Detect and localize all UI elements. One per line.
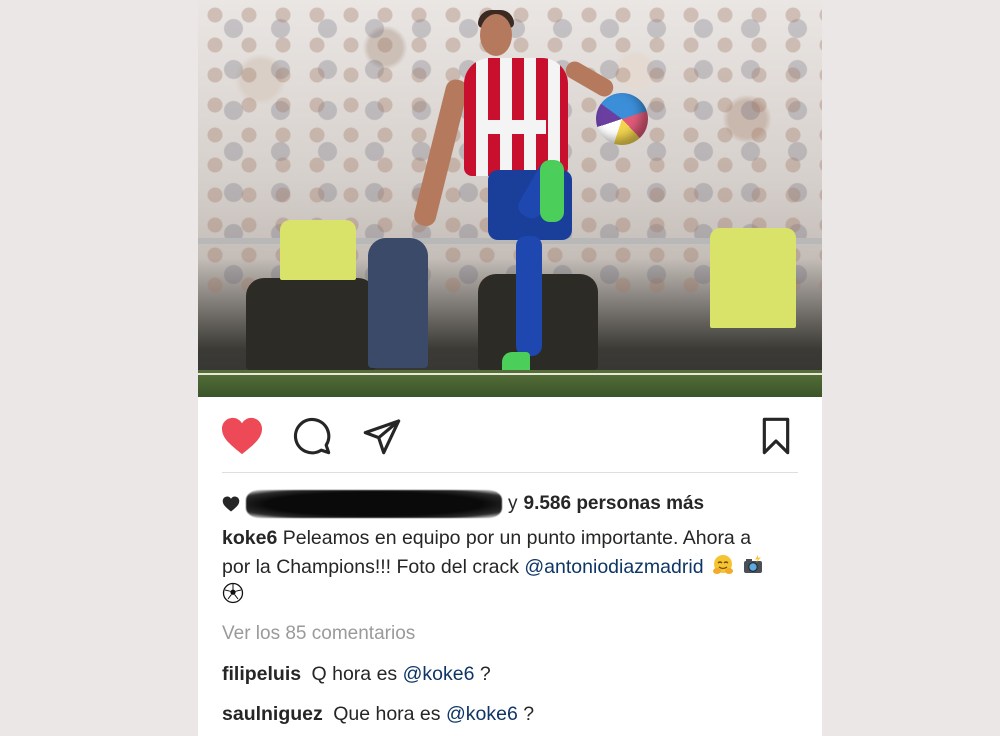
- comment-icon: [293, 417, 331, 455]
- comment-mention[interactable]: @koke6: [403, 663, 475, 685]
- soccer-ball: [596, 93, 648, 145]
- steward-vest: [280, 220, 356, 280]
- share-button[interactable]: [360, 416, 404, 456]
- caption-mention[interactable]: @antoniodiazmadrid: [524, 556, 703, 578]
- likes-connector: y: [508, 493, 518, 514]
- comment-suffix: ?: [479, 663, 491, 685]
- instagram-post-card: y 9.586 personas más koke6 Peleamos en e…: [198, 0, 822, 736]
- comment-row: saulniguez Que hora es @koke6 ?: [222, 703, 534, 726]
- small-heart-icon: [222, 496, 240, 512]
- save-button[interactable]: [754, 416, 798, 456]
- comment-username[interactable]: filipeluis: [222, 663, 301, 685]
- comment-text: Q hora es: [311, 663, 398, 685]
- comment-username[interactable]: saulniguez: [222, 703, 323, 725]
- steward-vest: [710, 228, 796, 328]
- photographer-figure: [368, 238, 428, 368]
- comment-suffix: ?: [523, 703, 535, 725]
- soccer-ball-emoji: [222, 582, 244, 604]
- bookmark-icon: [762, 417, 790, 455]
- likes-summary[interactable]: y 9.586 personas más: [222, 490, 705, 518]
- heart-icon: [222, 417, 262, 455]
- comment-button[interactable]: [290, 416, 334, 456]
- likes-count[interactable]: 9.586 personas más: [524, 493, 705, 515]
- comment-text: Que hora es: [333, 703, 441, 725]
- share-icon: [363, 419, 401, 455]
- camera-flash-emoji: [744, 554, 763, 573]
- pitch-line: [198, 373, 822, 375]
- post-actions-bar: [198, 398, 822, 472]
- steward-figure: [246, 278, 376, 370]
- view-all-comments-link[interactable]: Ver los 85 comentarios: [222, 623, 415, 645]
- actions-divider: [222, 472, 798, 473]
- caption-username[interactable]: koke6: [222, 527, 277, 549]
- comment-mention[interactable]: @koke6: [446, 703, 518, 725]
- hugging-face-emoji: [712, 554, 733, 574]
- comment-row: filipeluis Q hora es @koke6 ?: [222, 663, 491, 686]
- post-photo[interactable]: [198, 0, 822, 397]
- post-caption: koke6 Peleamos en equipo por un punto im…: [222, 524, 782, 610]
- like-button[interactable]: [220, 416, 264, 456]
- redacted-username: [246, 490, 502, 518]
